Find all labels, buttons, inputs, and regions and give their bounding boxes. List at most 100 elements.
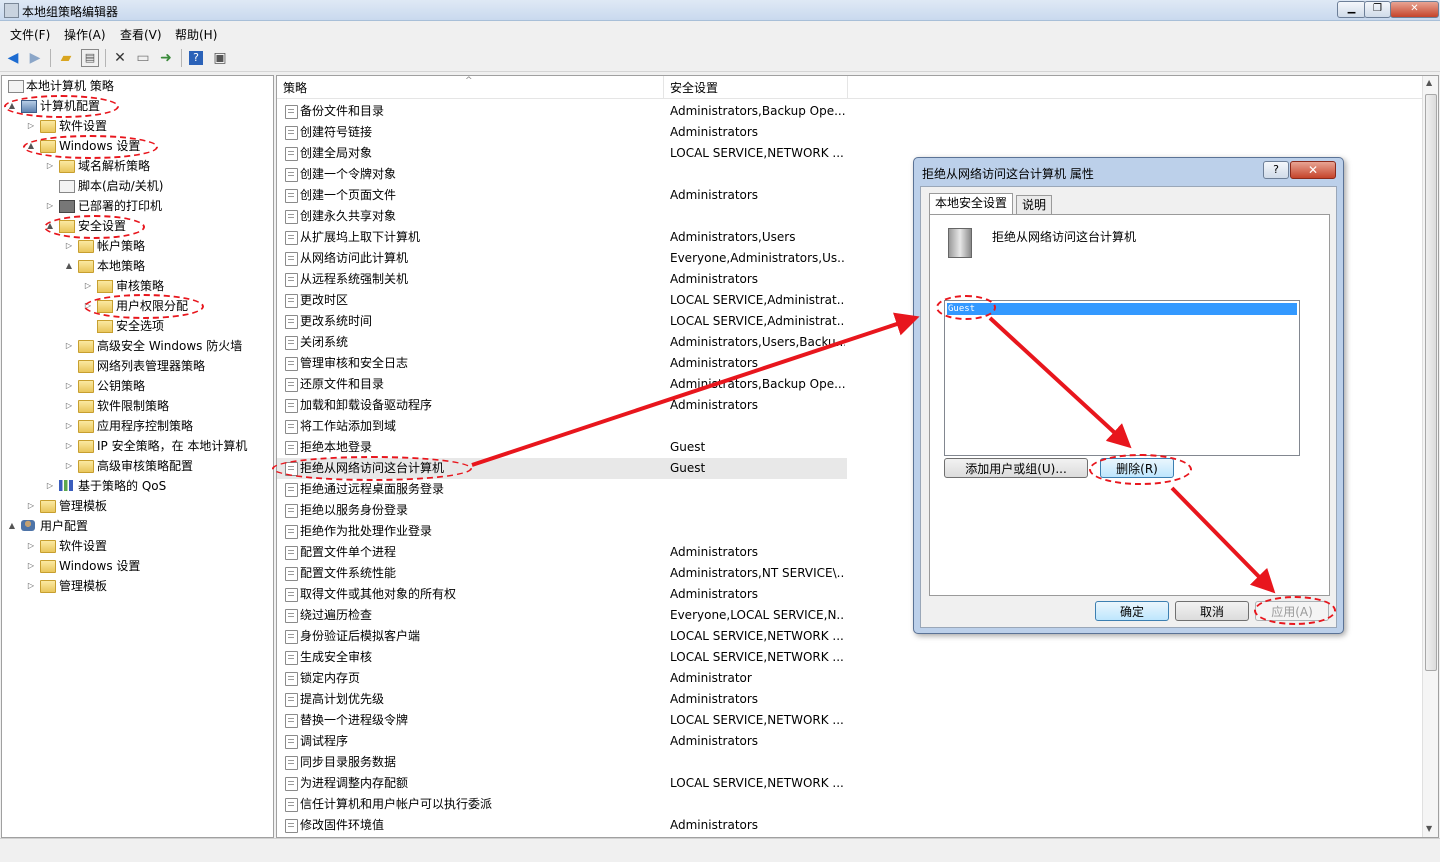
table-row[interactable]: 配置文件系统性能 Administrators,NT SERVICE\... bbox=[277, 563, 847, 584]
menu-bar: 文件(F) 操作(A) 查看(V) 帮助(H) bbox=[0, 22, 1440, 44]
maximize-button[interactable]: ❐ bbox=[1364, 1, 1391, 18]
policy-name-cell: 配置文件单个进程 bbox=[300, 545, 397, 559]
forward-icon[interactable]: ▶ bbox=[26, 49, 44, 67]
table-row[interactable]: 备份文件和目录 Administrators,Backup Ope... bbox=[277, 101, 847, 122]
expand-arrow-icon[interactable]: ▷ bbox=[83, 296, 93, 316]
collapse-arrow-icon[interactable]: ▲ bbox=[7, 516, 17, 536]
table-row[interactable]: 从远程系统强制关机 Administrators bbox=[277, 269, 847, 290]
table-row[interactable]: 创建一个令牌对象 bbox=[277, 164, 847, 185]
security-setting-cell: Administrators,Users bbox=[670, 230, 796, 244]
table-row[interactable]: 生成安全审核 LOCAL SERVICE,NETWORK ... bbox=[277, 647, 847, 668]
expand-arrow-icon[interactable]: ▷ bbox=[64, 236, 74, 256]
cancel-button[interactable]: 取消 bbox=[1175, 601, 1249, 621]
table-row[interactable]: 将工作站添加到域 bbox=[277, 416, 847, 437]
column-header-setting[interactable]: 安全设置 bbox=[664, 76, 848, 98]
folder-icon bbox=[78, 360, 94, 373]
table-row[interactable]: 提高计划优先级 Administrators bbox=[277, 689, 847, 710]
expand-arrow-icon[interactable]: ▷ bbox=[64, 376, 74, 396]
table-row[interactable]: 创建全局对象 LOCAL SERVICE,NETWORK ... bbox=[277, 143, 847, 164]
expand-arrow-icon[interactable]: ▷ bbox=[26, 536, 36, 556]
scroll-thumb[interactable] bbox=[1425, 94, 1437, 671]
user-list[interactable]: Guest bbox=[944, 300, 1300, 456]
table-row[interactable]: 绕过遍历检查 Everyone,LOCAL SERVICE,N... bbox=[277, 605, 847, 626]
table-row[interactable]: 配置文件单个进程 Administrators bbox=[277, 542, 847, 563]
expand-arrow-icon[interactable]: ▷ bbox=[26, 116, 36, 136]
table-row[interactable]: 调试程序 Administrators bbox=[277, 731, 847, 752]
expand-arrow-icon[interactable]: ▷ bbox=[26, 496, 36, 516]
table-row[interactable]: 替换一个进程级令牌 LOCAL SERVICE,NETWORK ... bbox=[277, 710, 847, 731]
chart-icon bbox=[59, 480, 73, 491]
table-row[interactable]: 加载和卸载设备驱动程序 Administrators bbox=[277, 395, 847, 416]
table-row[interactable]: 拒绝通过远程桌面服务登录 bbox=[277, 479, 847, 500]
table-row[interactable]: 拒绝作为批处理作业登录 bbox=[277, 521, 847, 542]
back-icon[interactable]: ◀ bbox=[4, 49, 22, 67]
dialog-close-button[interactable]: ✕ bbox=[1290, 161, 1336, 179]
close-button[interactable]: ✕ bbox=[1390, 1, 1439, 18]
security-setting-cell: LOCAL SERVICE,NETWORK ... bbox=[670, 713, 844, 727]
scroll-down-icon[interactable]: ▼ bbox=[1426, 824, 1432, 833]
table-row[interactable]: 同步目录服务数据 bbox=[277, 752, 847, 773]
expand-arrow-icon[interactable]: ▷ bbox=[64, 396, 74, 416]
export-icon[interactable]: ➜ bbox=[157, 49, 175, 67]
ok-button[interactable]: 确定 bbox=[1095, 601, 1169, 621]
help-icon[interactable]: ? bbox=[189, 51, 203, 65]
table-row[interactable]: 从扩展坞上取下计算机 Administrators,Users bbox=[277, 227, 847, 248]
collapse-arrow-icon[interactable]: ▲ bbox=[26, 136, 36, 156]
table-row[interactable]: 创建永久共享对象 bbox=[277, 206, 847, 227]
table-row[interactable]: 管理审核和安全日志 Administrators bbox=[277, 353, 847, 374]
policy-icon bbox=[285, 189, 298, 203]
lock-folder-icon bbox=[59, 220, 75, 233]
user-list-item[interactable]: Guest bbox=[947, 303, 1297, 315]
collapse-arrow-icon[interactable]: ▲ bbox=[64, 256, 74, 276]
expand-arrow-icon[interactable]: ▷ bbox=[64, 456, 74, 476]
menu-file[interactable]: 文件(F) bbox=[10, 26, 50, 43]
delete-icon[interactable]: ✕ bbox=[111, 49, 129, 67]
dialog-help-button[interactable]: ? bbox=[1263, 161, 1289, 179]
remove-button[interactable]: 删除(R) bbox=[1100, 458, 1174, 478]
table-row[interactable]: 关闭系统 Administrators,Users,Backu... bbox=[277, 332, 847, 353]
table-row[interactable]: 为进程调整内存配额 LOCAL SERVICE,NETWORK ... bbox=[277, 773, 847, 794]
apply-button[interactable]: 应用(A) bbox=[1255, 601, 1329, 621]
table-row[interactable]: 信任计算机和用户帐户可以执行委派 bbox=[277, 794, 847, 815]
table-row[interactable]: 创建符号链接 Administrators bbox=[277, 122, 847, 143]
menu-help[interactable]: 帮助(H) bbox=[175, 26, 217, 43]
menu-view[interactable]: 查看(V) bbox=[120, 26, 162, 43]
table-row[interactable]: 锁定内存页 Administrator bbox=[277, 668, 847, 689]
collapse-arrow-icon[interactable]: ▲ bbox=[7, 96, 17, 116]
security-setting-cell: LOCAL SERVICE,Administrat... bbox=[670, 314, 845, 328]
sort-arrow-icon: ^ bbox=[465, 76, 473, 86]
expand-arrow-icon[interactable]: ▷ bbox=[64, 436, 74, 456]
table-row[interactable]: 取得文件或其他对象的所有权 Administrators bbox=[277, 584, 847, 605]
expand-arrow-icon[interactable]: ▷ bbox=[83, 276, 93, 296]
show-tree-icon[interactable]: ▤ bbox=[81, 49, 99, 67]
column-header-policy[interactable]: 策略 ^ bbox=[277, 76, 664, 98]
minimize-button[interactable]: ▁ bbox=[1337, 1, 1366, 18]
expand-arrow-icon[interactable]: ▷ bbox=[64, 416, 74, 436]
menu-action[interactable]: 操作(A) bbox=[64, 26, 106, 43]
table-row[interactable]: 拒绝本地登录 Guest bbox=[277, 437, 847, 458]
expand-arrow-icon[interactable]: ▷ bbox=[45, 156, 55, 176]
scroll-up-icon[interactable]: ▲ bbox=[1426, 78, 1432, 87]
up-folder-icon[interactable]: ▰ bbox=[57, 49, 75, 67]
tab-explain[interactable]: 说明 bbox=[1016, 195, 1053, 215]
view-icon[interactable]: ▣ bbox=[211, 49, 229, 67]
table-row[interactable]: 拒绝从网络访问这台计算机 Guest bbox=[277, 458, 847, 479]
collapse-arrow-icon[interactable]: ▲ bbox=[45, 216, 55, 236]
table-row[interactable]: 还原文件和目录 Administrators,Backup Ope... bbox=[277, 374, 847, 395]
expand-arrow-icon[interactable]: ▷ bbox=[45, 476, 55, 496]
expand-arrow-icon[interactable]: ▷ bbox=[26, 576, 36, 596]
expand-arrow-icon[interactable]: ▷ bbox=[26, 556, 36, 576]
tab-local-security-setting[interactable]: 本地安全设置 bbox=[929, 193, 1014, 216]
table-row[interactable]: 拒绝以服务身份登录 bbox=[277, 500, 847, 521]
table-row[interactable]: 从网络访问此计算机 Everyone,Administrators,Us... bbox=[277, 248, 847, 269]
expand-arrow-icon[interactable]: ▷ bbox=[45, 196, 55, 216]
table-row[interactable]: 创建一个页面文件 Administrators bbox=[277, 185, 847, 206]
table-row[interactable]: 修改固件环境值 Administrators bbox=[277, 815, 847, 836]
vertical-scrollbar[interactable]: ▲ ▼ bbox=[1422, 76, 1438, 837]
add-user-or-group-button[interactable]: 添加用户或组(U)... bbox=[944, 458, 1088, 478]
table-row[interactable]: 更改时区 LOCAL SERVICE,Administrat... bbox=[277, 290, 847, 311]
properties-icon[interactable]: ▭ bbox=[134, 49, 152, 67]
table-row[interactable]: 更改系统时间 LOCAL SERVICE,Administrat... bbox=[277, 311, 847, 332]
table-row[interactable]: 身份验证后模拟客户端 LOCAL SERVICE,NETWORK ... bbox=[277, 626, 847, 647]
expand-arrow-icon[interactable]: ▷ bbox=[64, 336, 74, 356]
